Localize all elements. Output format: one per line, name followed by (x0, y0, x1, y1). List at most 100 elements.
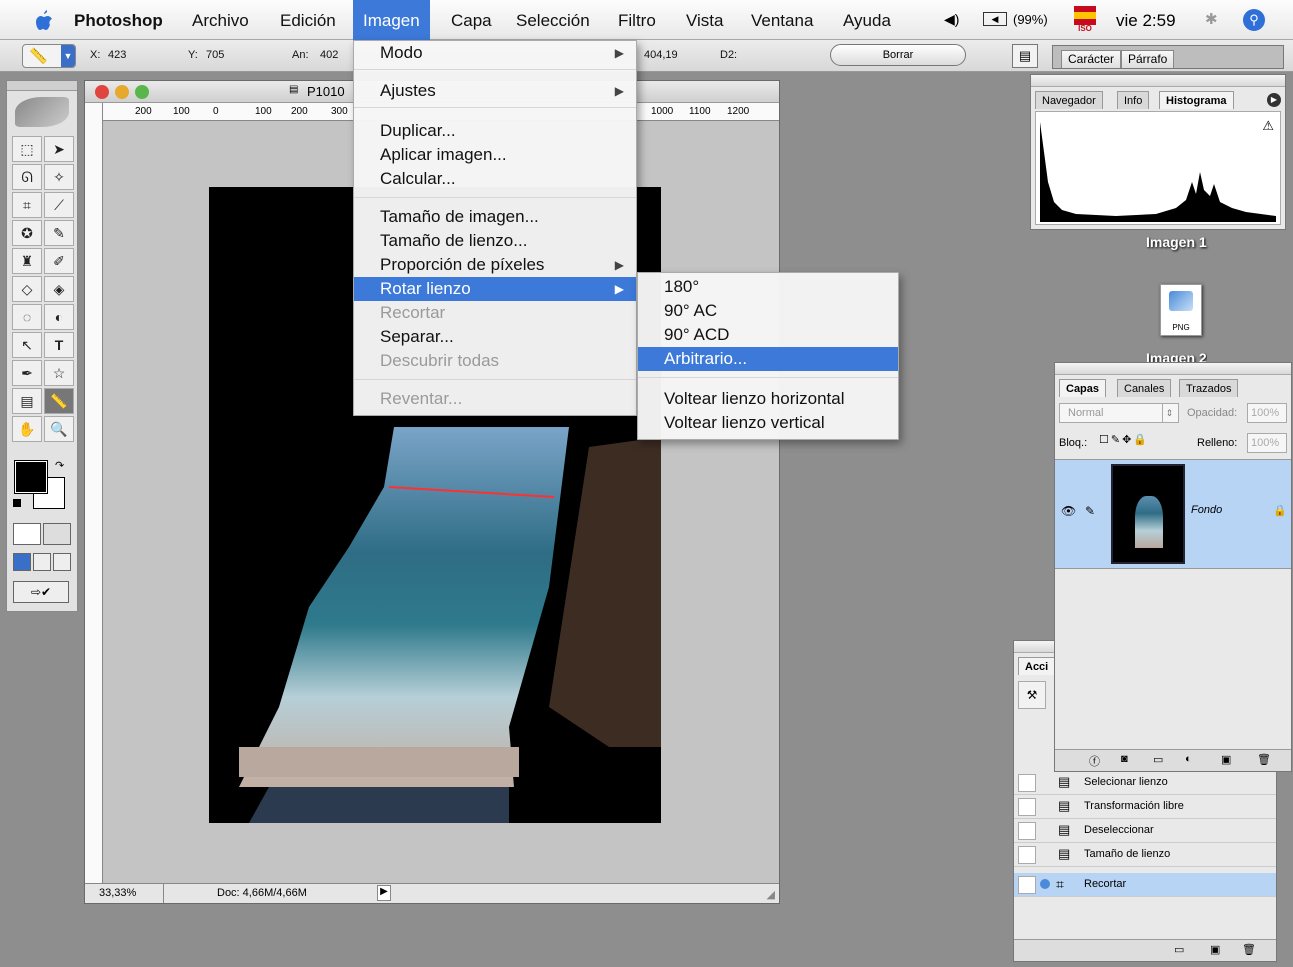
screen-mode-full-menu-icon[interactable] (33, 553, 51, 571)
minimize-window-icon[interactable] (115, 85, 129, 99)
pen-tool-icon[interactable]: ✒ (12, 360, 42, 386)
desktop-icon-label-imagen1[interactable]: Imagen 1 (1146, 234, 1207, 250)
menu-item-aplicar-imagen[interactable]: Aplicar imagen... (354, 143, 636, 167)
hand-tool-icon[interactable]: ✋ (12, 416, 42, 442)
menu-item-rotar-lienzo[interactable]: Rotar lienzo ▶ (354, 277, 636, 301)
trash-icon[interactable]: 🗑 (1242, 943, 1256, 956)
list-item[interactable]: ▤ Selecionar lienzo (1014, 771, 1276, 795)
trash-icon[interactable]: 🗑 (1257, 753, 1271, 766)
type-tool-icon[interactable]: T (44, 332, 74, 358)
magic-wand-tool-icon[interactable]: ✧ (44, 164, 74, 190)
layer-name[interactable]: Fondo (1191, 504, 1222, 516)
list-item-selected[interactable]: ⌗ Recortar (1014, 873, 1276, 897)
menu-item-rotate-90-ccw[interactable]: 90° ACD (638, 323, 898, 347)
volume-icon[interactable]: ◀) (944, 11, 959, 28)
clock[interactable]: vie 2:59 (1116, 11, 1176, 31)
marquee-tool-icon[interactable]: ⬚ (12, 136, 42, 162)
tab-capas[interactable]: Capas (1059, 379, 1107, 397)
menu-item-modo[interactable]: Modo ▶ (354, 41, 636, 65)
new-layer-icon[interactable]: ▣ (1221, 753, 1231, 766)
paint-bucket-tool-icon[interactable]: ◈ (44, 276, 74, 302)
brush-tool-icon[interactable]: ✎ (44, 220, 74, 246)
menu-edicion[interactable]: Edición (270, 0, 346, 40)
list-item[interactable]: ▤ Tamaño de lienzo (1014, 843, 1276, 867)
lock-icons[interactable]: ☐✎✥🔒 (1099, 433, 1179, 451)
spain-flag-icon[interactable]: ISO (1074, 6, 1096, 33)
lasso-tool-icon[interactable]: ᘏ (12, 164, 42, 190)
eraser-tool-icon[interactable]: ◇ (12, 276, 42, 302)
menu-item-flip-vertical[interactable]: Voltear lienzo vertical (638, 411, 898, 435)
menu-item-separar[interactable]: Separar... (354, 325, 636, 349)
menu-seleccion[interactable]: Selección (506, 0, 600, 40)
new-action-icon[interactable]: ▣ (1210, 943, 1220, 956)
menu-vista[interactable]: Vista (676, 0, 734, 40)
dodge-tool-icon[interactable]: ◐ (44, 304, 74, 330)
history-brush-tool-icon[interactable]: ✐ (44, 248, 74, 274)
menu-item-tamano-imagen[interactable]: Tamaño de imagen... (354, 205, 636, 229)
adjustment-layer-icon[interactable]: ◐ (1185, 753, 1192, 765)
path-selection-tool-icon[interactable]: ↖ (12, 332, 42, 358)
warning-icon[interactable]: ⚠ (1262, 118, 1274, 134)
measure-tool-icon[interactable]: 📏 (44, 388, 74, 414)
menu-item-tamano-lienzo[interactable]: Tamaño de lienzo... (354, 229, 636, 253)
menu-imagen[interactable]: Imagen (353, 0, 430, 40)
toggle-checkbox[interactable] (1018, 876, 1036, 894)
standard-mode-icon[interactable] (13, 523, 41, 545)
toggle-checkbox[interactable] (1018, 846, 1036, 864)
menu-filtro[interactable]: Filtro (608, 0, 666, 40)
crop-tool-icon[interactable]: ⌗ (12, 192, 42, 218)
notes-tool-icon[interactable]: ▤ (12, 388, 42, 414)
menu-ayuda[interactable]: Ayuda (833, 0, 901, 40)
tab-info[interactable]: Info (1117, 91, 1150, 109)
menu-item-proporcion-pixeles[interactable]: Proporción de píxeles ▶ (354, 253, 636, 277)
tool-preset-picker[interactable]: 📏 ▼ (22, 44, 76, 68)
move-tool-icon[interactable]: ➤ (44, 136, 74, 162)
healing-brush-tool-icon[interactable]: ✪ (12, 220, 42, 246)
menu-archivo[interactable]: Archivo (182, 0, 259, 40)
zoom-window-icon[interactable] (135, 85, 149, 99)
quick-mask-mode-icon[interactable] (43, 523, 71, 545)
tab-trazados[interactable]: Trazados (1179, 379, 1239, 397)
layer-mask-icon[interactable]: ◙ (1121, 753, 1128, 765)
list-item[interactable]: ▤ Deseleccionar (1014, 819, 1276, 843)
battery-icon[interactable]: ◀ (983, 12, 1007, 26)
list-item[interactable]: ▤ Transformación libre (1014, 795, 1276, 819)
spotlight-search-icon[interactable]: ⚲ (1243, 9, 1265, 31)
zoom-level[interactable]: 33,33% (99, 887, 136, 899)
zoom-tool-icon[interactable]: 🔍 (44, 416, 74, 442)
clear-button[interactable]: Borrar (830, 44, 966, 66)
tab-parrafo[interactable]: Párrafo (1121, 50, 1175, 68)
menu-item-flip-horizontal[interactable]: Voltear lienzo horizontal (638, 387, 898, 411)
feather-logo-icon[interactable] (15, 97, 69, 127)
layer-style-icon[interactable]: ⓕ (1089, 753, 1100, 769)
png-file-icon[interactable]: PNG (1160, 284, 1202, 336)
slice-tool-icon[interactable]: ⟋ (44, 192, 74, 218)
close-window-icon[interactable] (95, 85, 109, 99)
menu-item-arbitrario[interactable]: Arbitrario... (638, 347, 898, 371)
stamp-tool-icon[interactable]: ♜ (12, 248, 42, 274)
palette-titlebar[interactable] (1031, 75, 1285, 87)
tab-canales[interactable]: Canales (1117, 379, 1172, 397)
layer-row-fondo[interactable]: 👁 ✎ Fondo 🔒 (1055, 459, 1291, 569)
menu-item-calcular[interactable]: Calcular... (354, 167, 636, 191)
swap-colors-icon[interactable]: ↷ (55, 459, 64, 472)
status-menu-arrow-icon[interactable]: ▶ (377, 885, 391, 901)
shape-tool-icon[interactable]: ☆ (44, 360, 74, 386)
screen-mode-full-icon[interactable] (53, 553, 71, 571)
fill-field[interactable]: 100% (1247, 433, 1287, 453)
tab-caracter[interactable]: Carácter (1061, 50, 1122, 68)
toggle-checkbox[interactable] (1018, 822, 1036, 840)
jump-to-imageready-icon[interactable]: ⇨✔ (13, 581, 69, 603)
default-colors-icon[interactable] (13, 499, 21, 507)
menu-item-duplicar[interactable]: Duplicar... (354, 119, 636, 143)
eye-icon[interactable]: 👁 (1061, 504, 1076, 518)
file-browser-icon[interactable]: ▤ (1012, 44, 1038, 68)
palette-menu-icon[interactable]: ▶ (1267, 93, 1281, 107)
toggle-checkbox[interactable] (1018, 774, 1036, 792)
opacity-field[interactable]: 100% (1247, 403, 1287, 423)
tab-navegador[interactable]: Navegador (1035, 91, 1103, 109)
blur-tool-icon[interactable]: ◌ (12, 304, 42, 330)
apple-icon[interactable] (32, 8, 54, 32)
resize-grip-icon[interactable]: ◢ (767, 888, 775, 901)
menu-capa[interactable]: Capa (441, 0, 502, 40)
